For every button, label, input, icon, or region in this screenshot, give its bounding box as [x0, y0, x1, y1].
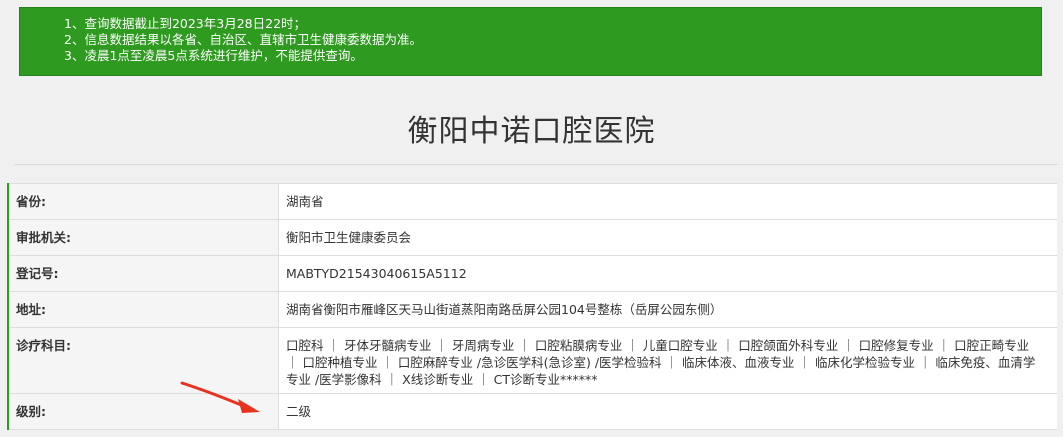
field-value-address: 湖南省衡阳市雁峰区天马山街道蒸阳南路岳屏公园104号整栋（岳屏公园东侧） [278, 291, 1057, 328]
field-label-address: 地址: [7, 291, 279, 328]
field-label-approval-authority: 审批机关: [7, 219, 279, 256]
title-divider [14, 164, 1058, 165]
notice-line-3: 3、凌晨1点至凌晨5点系统进行维护，不能提供查询。 [64, 48, 363, 63]
table-row-address: 地址: 湖南省衡阳市雁峰区天马山街道蒸阳南路岳屏公园104号整栋（岳屏公园东侧） [7, 291, 1057, 328]
table-row-approval-authority: 审批机关: 衡阳市卫生健康委员会 [7, 219, 1057, 256]
field-value-treatment-subjects: 口腔科 ｜ 牙体牙髓病专业 ｜ 牙周病专业 ｜ 口腔粘膜病专业 ｜ 儿童口腔专业… [278, 327, 1057, 394]
field-value-registration-number: MABTYD21543040615A5112 [278, 255, 1057, 292]
field-label-province: 省份: [7, 183, 279, 220]
notice-line-2: 2、信息数据结果以各省、自治区、直辖市卫生健康委数据为准。 [64, 32, 422, 47]
table-row-registration-number: 登记号: MABTYD21543040615A5112 [7, 255, 1057, 292]
red-arrow-icon [180, 381, 260, 413]
value-text: 二级 [286, 404, 312, 419]
table-row-province: 省份: 湖南省 [7, 183, 1057, 220]
value-text: 湖南省衡阳市雁峰区天马山街道蒸阳南路岳屏公园104号整栋（岳屏公园东侧） [286, 302, 723, 317]
field-value-approval-authority: 衡阳市卫生健康委员会 [278, 219, 1057, 256]
label-text: 地址: [16, 302, 46, 317]
field-value-level: 二级 [278, 393, 1057, 430]
hospital-title: 衡阳中诺口腔医院 [407, 114, 656, 149]
table-row-level: 级别: 二级 [7, 393, 1057, 430]
label-text: 登记号: [16, 266, 59, 281]
hospital-info-table: 省份: 湖南省 审批机关: 衡阳市卫生健康委员会 登记号: MABTYD2154… [7, 183, 1057, 430]
label-text: 审批机关: [16, 230, 71, 245]
notice-line-1: 1、查询数据截止到2023年3月28日22时； [64, 16, 307, 31]
value-text: 口腔科 ｜ 牙体牙髓病专业 ｜ 牙周病专业 ｜ 口腔粘膜病专业 ｜ 儿童口腔专业… [286, 338, 1036, 387]
label-text: 省份: [16, 194, 46, 209]
value-text: 湖南省 [286, 194, 324, 209]
field-label-registration-number: 登记号: [7, 255, 279, 292]
label-text: 诊疗科目: [16, 338, 71, 353]
field-value-province: 湖南省 [278, 183, 1057, 220]
table-row-treatment-subjects: 诊疗科目: 口腔科 ｜ 牙体牙髓病专业 ｜ 牙周病专业 ｜ 口腔粘膜病专业 ｜ … [7, 327, 1057, 394]
value-text: MABTYD21543040615A5112 [286, 266, 467, 281]
value-text: 衡阳市卫生健康委员会 [286, 230, 412, 245]
notice-banner: 1、查询数据截止到2023年3月28日22时； 2、信息数据结果以各省、自治区、… [19, 7, 1042, 76]
